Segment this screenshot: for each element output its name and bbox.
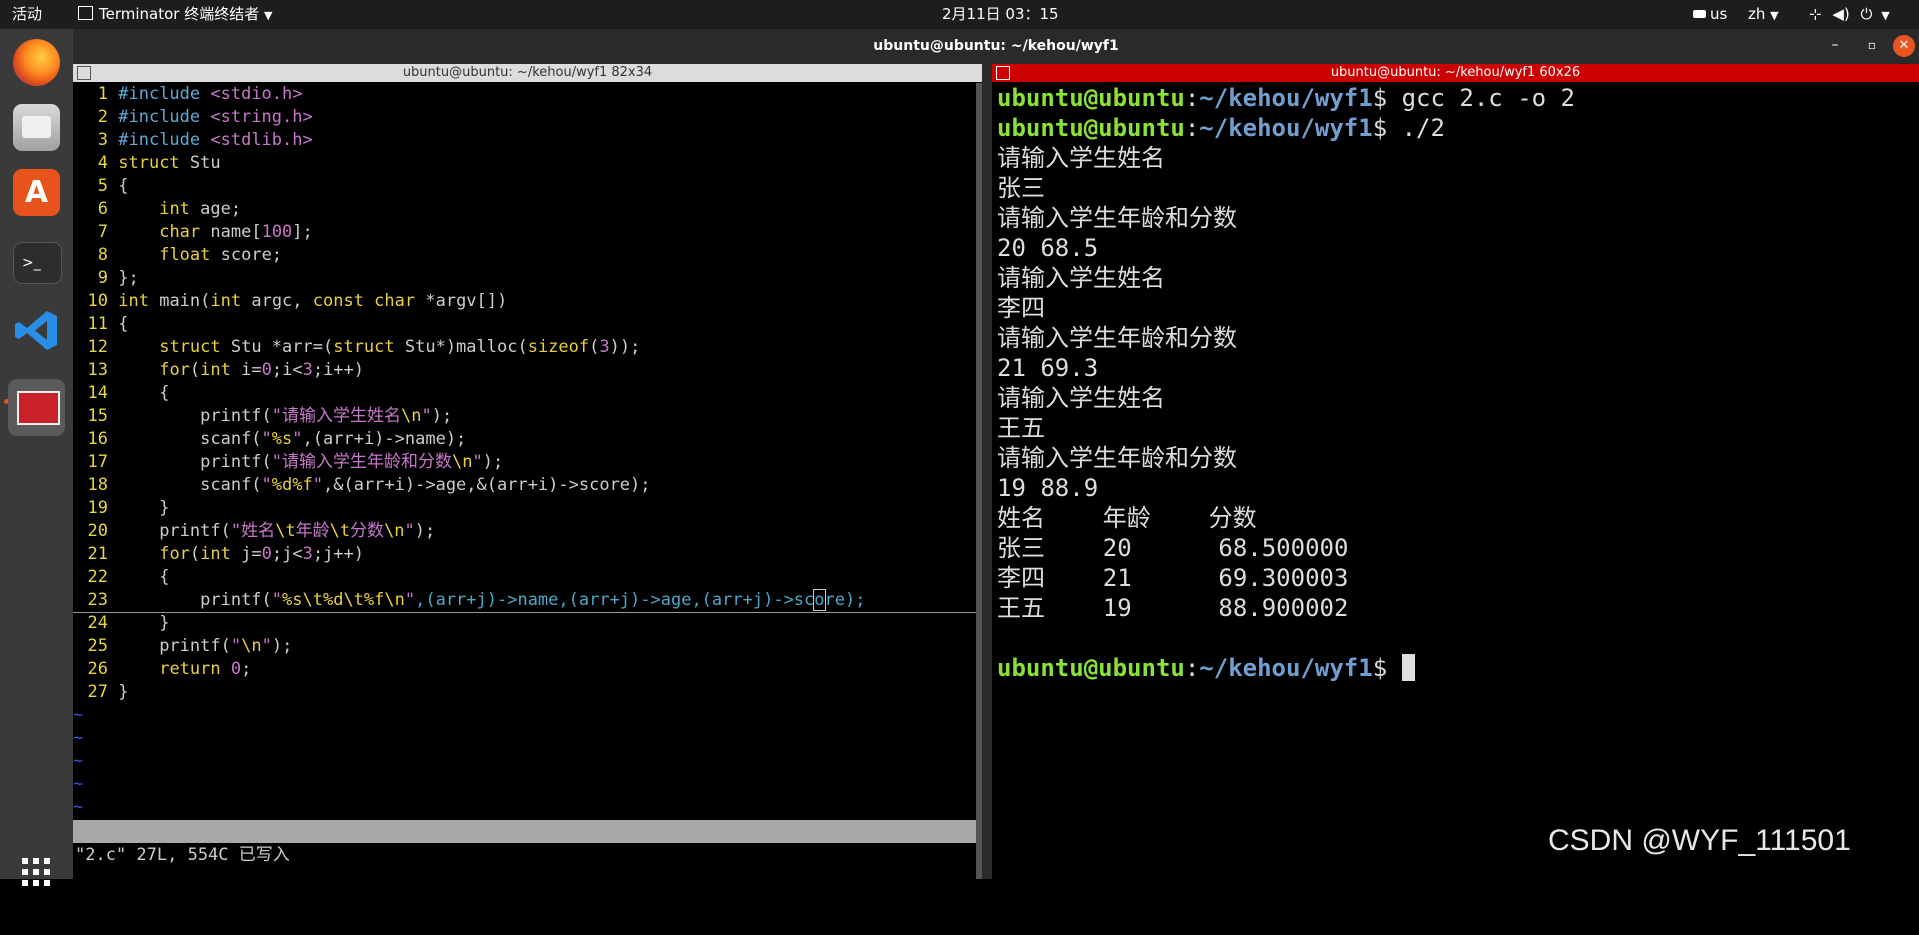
files-icon[interactable] bbox=[13, 104, 60, 151]
vim-statusline: 2.c 23,63-69 全部 bbox=[73, 820, 976, 910]
chevron-down-icon: ▼ bbox=[1770, 9, 1779, 22]
output-line: 王五 bbox=[997, 414, 1045, 442]
command-text: ./2 bbox=[1401, 114, 1445, 142]
prompt-path: ~/kehou/wyf1 bbox=[1199, 114, 1373, 142]
volume-icon: ◀) bbox=[1832, 5, 1850, 23]
chevron-down-icon: ▼ bbox=[264, 9, 273, 22]
firefox-icon[interactable] bbox=[13, 39, 60, 86]
dock: A >_ bbox=[0, 29, 73, 886]
output-line: 21 69.3 bbox=[997, 354, 1099, 382]
app-menu[interactable]: Terminator 终端终结者 ▼ bbox=[78, 0, 272, 29]
top-bar: 活动 Terminator 终端终结者 ▼ 2月11日 03：15 us zh … bbox=[0, 0, 1919, 29]
vim-cmdline: "2.c" 27L, 554C 已写入 bbox=[75, 845, 290, 865]
apps-grid-icon[interactable] bbox=[21, 857, 51, 887]
output-line: 张三 20 68.500000 bbox=[997, 534, 1349, 562]
output-line: 请输入学生姓名 bbox=[997, 384, 1165, 412]
window-titlebar[interactable]: ubuntu@ubuntu: ~/kehou/wyf1 – ▫ ✕ bbox=[73, 29, 1919, 64]
prompt-path: ~/kehou/wyf1 bbox=[1199, 654, 1373, 682]
chevron-down-icon: ▼ bbox=[1881, 9, 1890, 22]
prompt-user: ubuntu@ubuntu bbox=[997, 114, 1185, 142]
left-terminal-pane[interactable]: ubuntu@ubuntu: ~/kehou/wyf1 82x34 1 #inc… bbox=[73, 64, 982, 910]
output-line: 李四 21 69.300003 bbox=[997, 564, 1349, 592]
output-line: 19 88.9 bbox=[997, 474, 1099, 502]
output-line: 王五 19 88.900002 bbox=[997, 594, 1349, 622]
keyboard-layout-indicator[interactable]: us bbox=[1693, 0, 1727, 29]
output-line: 请输入学生年龄和分数 bbox=[997, 204, 1237, 232]
grid-icon bbox=[996, 66, 1010, 80]
activities-button[interactable]: 活动 bbox=[12, 0, 42, 29]
clock[interactable]: 2月11日 03：15 bbox=[942, 0, 1059, 29]
right-pane-title: ubuntu@ubuntu: ~/kehou/wyf1 60x26 bbox=[1330, 65, 1581, 80]
output-line: 请输入学生姓名 bbox=[997, 264, 1165, 292]
close-icon[interactable]: ✕ bbox=[1893, 35, 1915, 57]
software-icon[interactable]: A bbox=[13, 169, 60, 216]
system-menu[interactable]: ⊹ ◀) ⏻ ▼ bbox=[1809, 0, 1890, 29]
output-line: 张三 bbox=[997, 174, 1045, 202]
status-scroll-percent: 全部 bbox=[932, 890, 966, 910]
right-pane-titlebar[interactable]: ubuntu@ubuntu: ~/kehou/wyf1 60x26 bbox=[992, 64, 1919, 82]
status-cursor-position: 23,63-69 bbox=[778, 867, 860, 887]
terminal-small-icon bbox=[78, 6, 93, 20]
output-line: 请输入学生姓名 bbox=[997, 144, 1165, 172]
output-line: 姓名 年龄 分数 bbox=[997, 504, 1257, 532]
input-method-indicator[interactable]: zh ▼ bbox=[1748, 0, 1779, 29]
prompt-user: ubuntu@ubuntu bbox=[997, 84, 1185, 112]
network-icon: ⊹ bbox=[1809, 5, 1822, 23]
pane-divider[interactable] bbox=[982, 64, 992, 879]
output-line: 请输入学生年龄和分数 bbox=[997, 444, 1237, 472]
terminator-icon[interactable] bbox=[8, 379, 65, 436]
output-line: 请输入学生年龄和分数 bbox=[997, 324, 1237, 352]
power-icon: ⏻ bbox=[1860, 5, 1873, 23]
right-terminal-pane[interactable]: ubuntu@ubuntu: ~/kehou/wyf1 60x26 ubuntu… bbox=[992, 64, 1919, 879]
vscode-icon[interactable] bbox=[13, 307, 60, 354]
terminal-icon[interactable]: >_ bbox=[13, 242, 62, 284]
left-pane-titlebar[interactable]: ubuntu@ubuntu: ~/kehou/wyf1 82x34 bbox=[73, 64, 982, 82]
output-line: 李四 bbox=[997, 294, 1045, 322]
maximize-icon[interactable]: ▫ bbox=[1862, 35, 1882, 55]
code-editor[interactable]: 1 #include <stdio.h> 2 #include <string.… bbox=[73, 83, 982, 817]
command-text: gcc 2.c -o 2 bbox=[1401, 84, 1575, 112]
keyboard-icon bbox=[1693, 10, 1706, 18]
keyboard-layout-us: us bbox=[1710, 5, 1728, 23]
app-name: Terminator 终端终结者 bbox=[99, 5, 260, 23]
minimize-icon[interactable]: – bbox=[1825, 35, 1845, 55]
watermark: CSDN @WYF_111501 bbox=[1548, 824, 1851, 857]
window-title: ubuntu@ubuntu: ~/kehou/wyf1 bbox=[873, 38, 1119, 54]
left-pane-title: ubuntu@ubuntu: ~/kehou/wyf1 82x34 bbox=[402, 65, 653, 80]
prompt-user: ubuntu@ubuntu bbox=[997, 654, 1185, 682]
grid-icon bbox=[77, 66, 91, 80]
terminal-cursor bbox=[1401, 654, 1415, 681]
terminal-output[interactable]: ubuntu@ubuntu:~/kehou/wyf1$ gcc 2.c -o 2… bbox=[992, 83, 1919, 879]
input-method-zh: zh bbox=[1748, 5, 1766, 23]
output-line: 20 68.5 bbox=[997, 234, 1099, 262]
prompt-path: ~/kehou/wyf1 bbox=[1199, 84, 1373, 112]
